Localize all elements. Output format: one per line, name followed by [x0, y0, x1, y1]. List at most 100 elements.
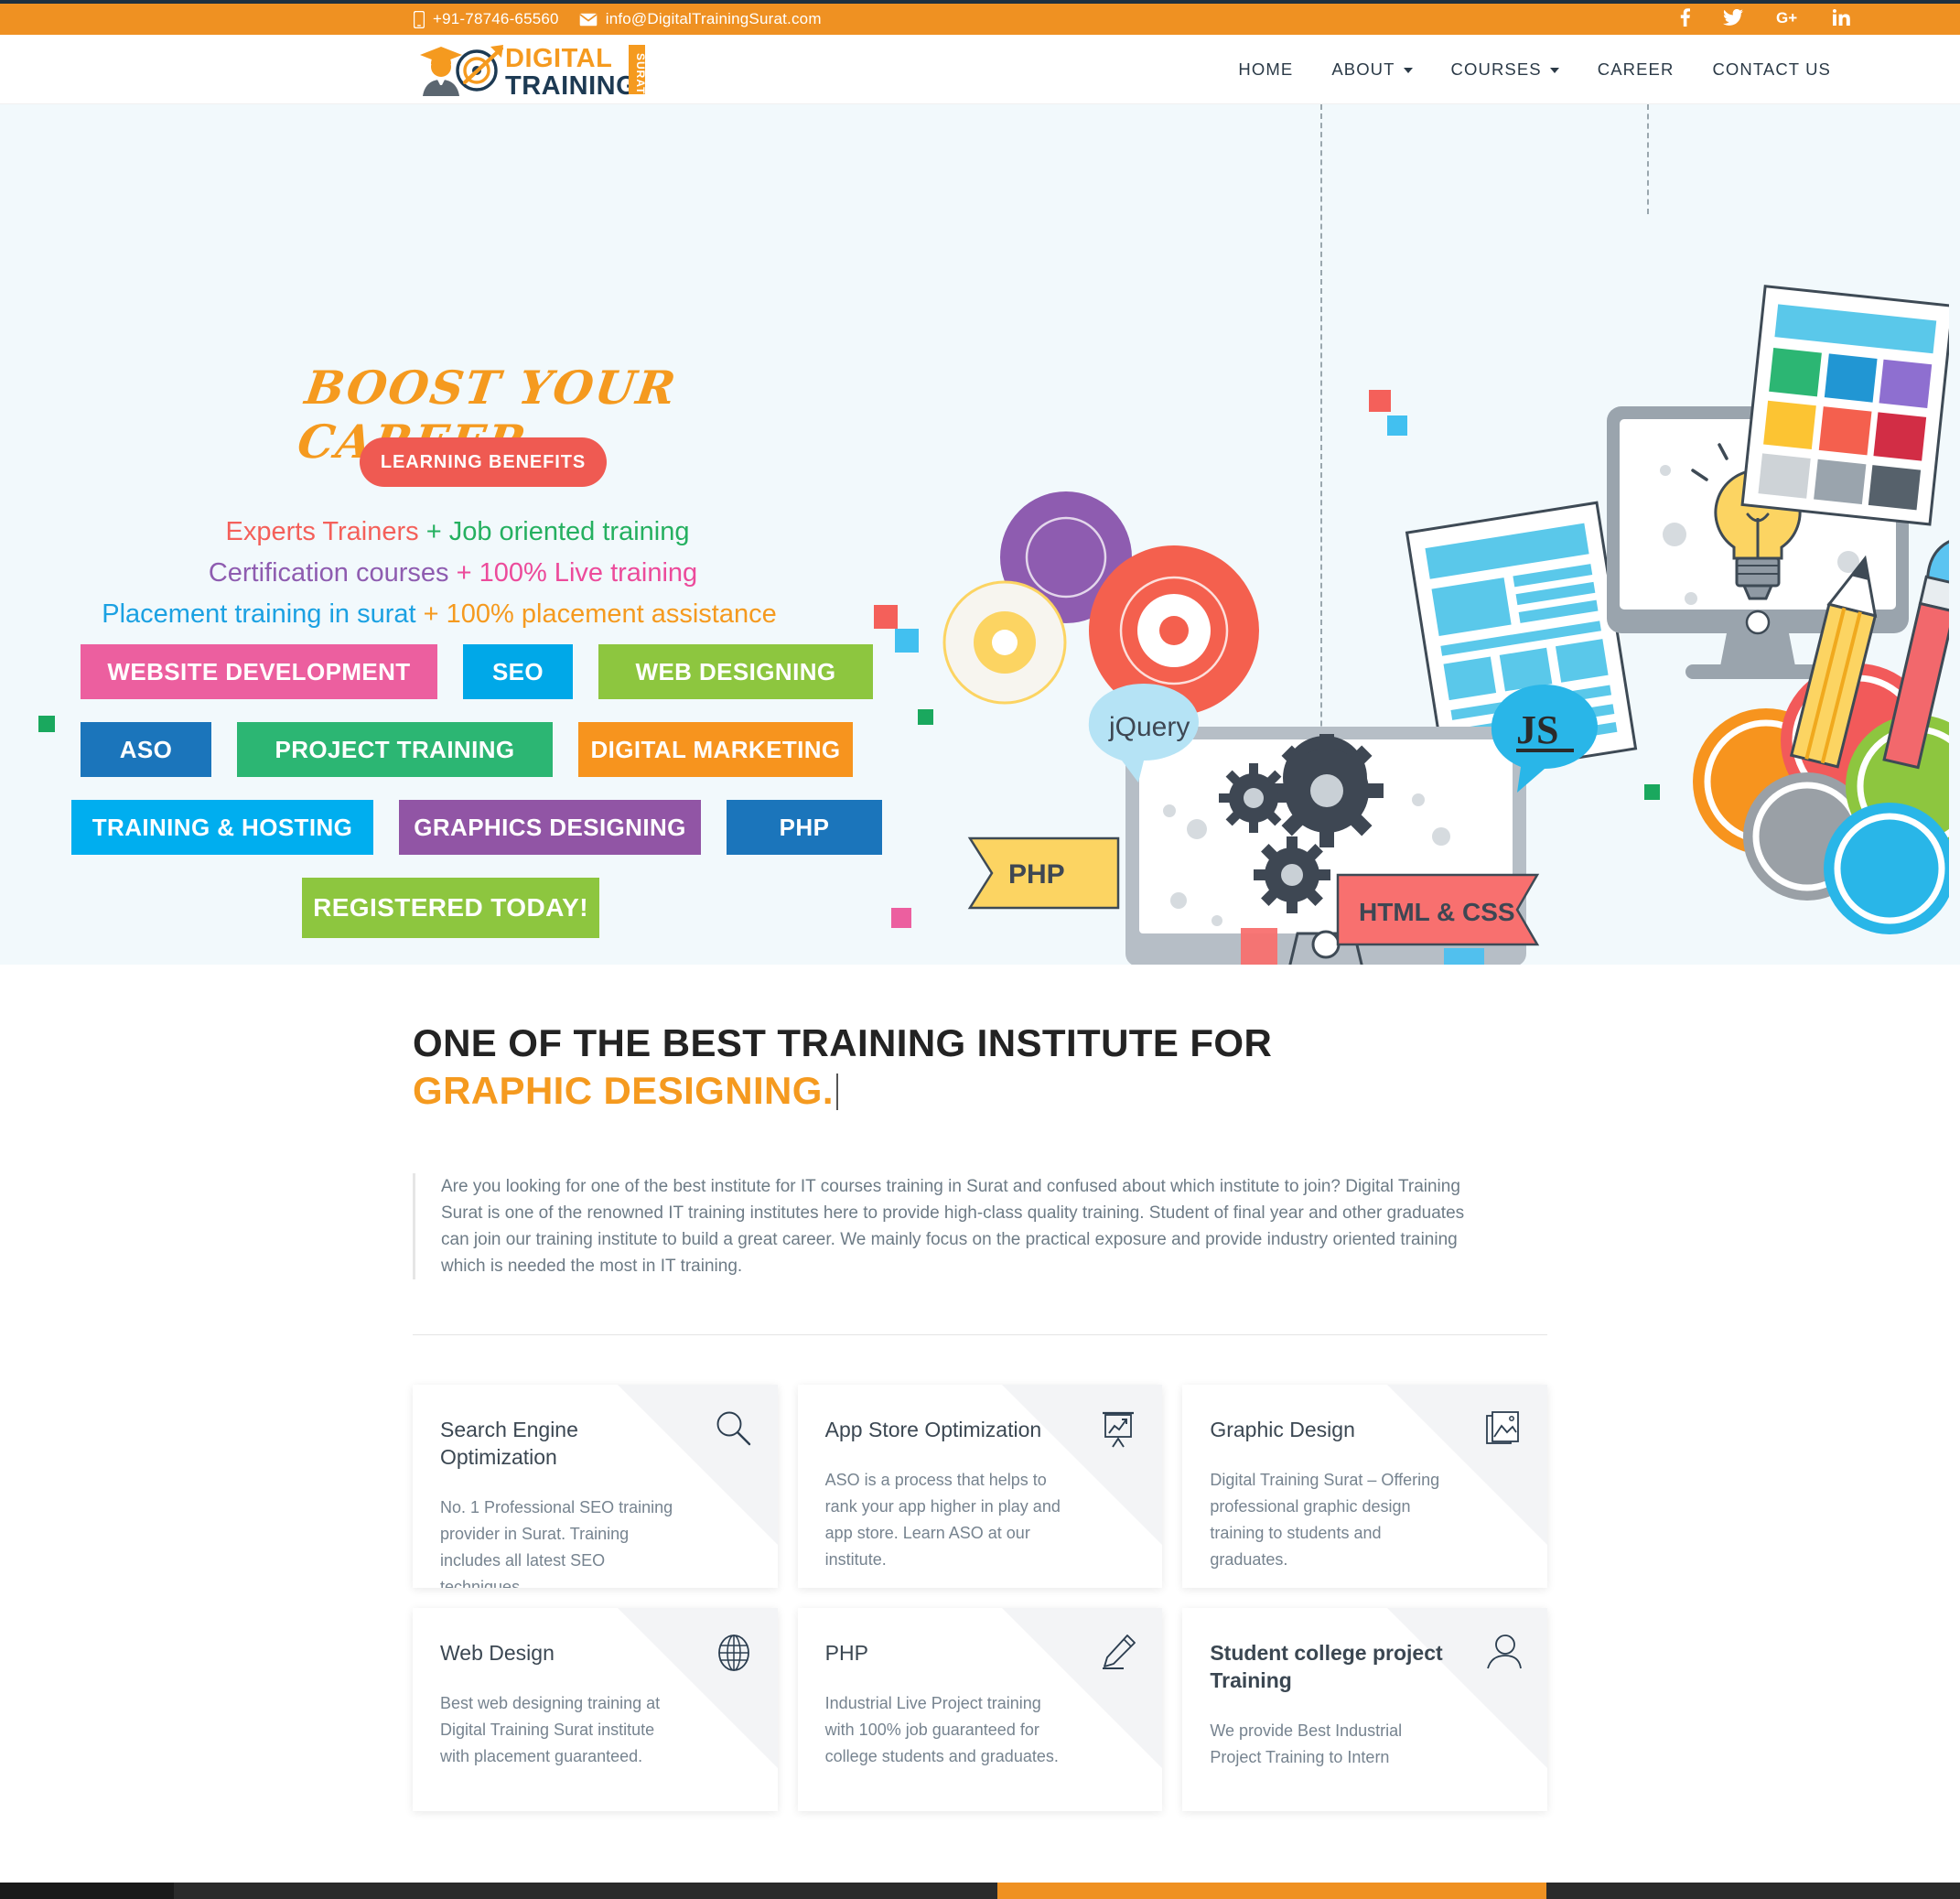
topbar-contact-group: +91-78746-65560 info@DigitalTrainingSura…: [414, 10, 822, 28]
card-description: No. 1 Professional SEO training provider…: [440, 1498, 673, 1588]
benefit-2-part2: + 100% Live training: [448, 558, 698, 588]
intro-paragraph-block: Are you looking for one of the best inst…: [413, 1173, 1488, 1279]
nav-item-courses[interactable]: COURSES: [1432, 59, 1578, 80]
course-tag-digital-marketing[interactable]: DIGITAL MARKETING: [578, 722, 853, 777]
service-card-seo[interactable]: Search Engine Optimization No. 1 Profess…: [413, 1385, 778, 1588]
page-title-line-1: ONE OF THE BEST TRAINING INSTITUTE FOR: [413, 1021, 1273, 1064]
twitter-icon[interactable]: [1723, 8, 1743, 29]
course-tag-training-hosting[interactable]: TRAINING & HOSTING: [71, 800, 373, 855]
course-tag-php[interactable]: PHP: [727, 800, 882, 855]
nav-item-about[interactable]: ABOUT: [1312, 59, 1431, 80]
color-swatch-card: [1740, 285, 1955, 526]
course-tag-seo[interactable]: SEO: [463, 644, 573, 699]
service-card-web-design[interactable]: Web Design Best web designing training a…: [413, 1608, 778, 1811]
course-tag-row-2: ASO PROJECT TRAINING DIGITAL MARKETING: [0, 722, 897, 777]
nav-label-contact-us: CONTACT US: [1712, 59, 1831, 79]
learning-benefits-button[interactable]: LEARNING BENEFITS: [360, 437, 607, 487]
main-navigation: HOME ABOUT COURSES CAREER CONTACT US: [1219, 59, 1850, 80]
card-description: Best web designing training at Digital T…: [440, 1694, 661, 1765]
chart-presentation-icon: [1100, 1410, 1136, 1453]
card-description: ASO is a process that helps to rank your…: [824, 1471, 1061, 1569]
svg-text:DIGITAL: DIGITAL: [505, 44, 612, 73]
benefit-1-part1: Experts Trainers: [225, 517, 419, 546]
service-card-graphic-design[interactable]: Graphic Design Digital Training Surat – …: [1182, 1385, 1548, 1588]
registered-today-button[interactable]: REGISTERED TODAY!: [302, 878, 599, 938]
nav-label-home: HOME: [1238, 59, 1294, 79]
nav-label-career: CAREER: [1597, 59, 1675, 79]
course-tag-project-training[interactable]: PROJECT TRAINING: [237, 722, 553, 777]
course-tags: WEBSITE DEVELOPMENT SEO WEB DESIGNING AS…: [0, 644, 897, 961]
php-ribbon-label: PHP: [967, 836, 1120, 910]
facebook-icon[interactable]: [1680, 8, 1690, 30]
intro-container: ONE OF THE BEST TRAINING INSTITUTE FOR G…: [413, 1020, 1547, 1279]
card-title: PHP: [824, 1641, 868, 1665]
card-title: Search Engine Optimization: [440, 1418, 578, 1469]
hero-illustration: PHP HTML & CSS jQuery JS: [942, 196, 1960, 965]
decorative-circle-yellow: [942, 580, 1067, 705]
course-tag-aso[interactable]: ASO: [81, 722, 211, 777]
chevron-down-icon: [1549, 67, 1559, 73]
service-card-row-2: Web Design Best web designing training a…: [413, 1608, 1548, 1811]
page-title-line-2-wrap: GRAPHIC DESIGNING.: [413, 1067, 1547, 1115]
course-tag-graphics-designing[interactable]: GRAPHICS DESIGNING: [399, 800, 701, 855]
html-css-ribbon-text: HTML & CSS: [1359, 898, 1515, 926]
section-divider: [413, 1334, 1547, 1335]
mobile-phone-icon: [414, 10, 425, 28]
jquery-bubble-text: jQuery: [1108, 712, 1190, 742]
nav-item-career[interactable]: CAREER: [1578, 59, 1694, 80]
svg-text:SURAT: SURAT: [634, 53, 646, 94]
site-logo[interactable]: DIGITAL TRAINING SURAT: [410, 39, 646, 100]
benefit-line-2: Certification courses + 100% Live traini…: [0, 553, 878, 594]
envelope-icon: [579, 13, 598, 27]
svg-text:G+: G+: [1776, 9, 1797, 26]
card-title: Web Design: [440, 1641, 555, 1665]
benefit-line-1: Experts Trainers + Job oriented training: [0, 512, 878, 553]
text-cursor: [835, 1074, 838, 1110]
google-plus-icon[interactable]: G+: [1776, 9, 1800, 29]
phone-number: +91-78746-65560: [433, 10, 559, 27]
course-tag-website-development[interactable]: WEBSITE DEVELOPMENT: [81, 644, 437, 699]
footer-bar-accent-segment: [997, 1883, 1546, 1899]
magnifier-icon: [716, 1410, 752, 1451]
social-links: G+: [1680, 8, 1850, 30]
user-silhouette-icon: [1483, 1634, 1522, 1675]
nav-item-home[interactable]: HOME: [1219, 59, 1312, 80]
phone-contact[interactable]: +91-78746-65560: [414, 10, 559, 28]
benefit-line-3: Placement training in surat + 100% place…: [0, 594, 878, 635]
nav-label-about: ABOUT: [1331, 59, 1395, 79]
card-title: Student college project Training: [1210, 1641, 1443, 1692]
page-title-line-2: GRAPHIC DESIGNING.: [413, 1069, 834, 1112]
course-tag-row-3: TRAINING & HOSTING GRAPHICS DESIGNING PH…: [0, 800, 897, 855]
linkedin-icon[interactable]: [1833, 9, 1850, 29]
footer-bar: [0, 1883, 1960, 1899]
js-bubble-text: JS: [1516, 707, 1558, 752]
footer-bar-dark-segment: [0, 1883, 174, 1899]
course-tag-row-4: REGISTERED TODAY!: [0, 878, 897, 938]
page-title: ONE OF THE BEST TRAINING INSTITUTE FOR G…: [413, 1020, 1547, 1115]
php-ribbon-text: PHP: [1008, 859, 1065, 890]
benefit-lines: Experts Trainers + Job oriented training…: [0, 512, 878, 635]
svg-text:TRAINING: TRAINING: [505, 71, 637, 100]
service-card-student-project[interactable]: Student college project Training We prov…: [1182, 1608, 1548, 1811]
chevron-down-icon: [1403, 67, 1413, 73]
pencil-icon: [1100, 1634, 1136, 1675]
service-card-row-1: Search Engine Optimization No. 1 Profess…: [413, 1385, 1548, 1588]
html-css-ribbon-label: HTML & CSS: [1336, 873, 1540, 946]
service-card-aso[interactable]: App Store Optimization ASO is a process …: [797, 1385, 1163, 1588]
service-card-php[interactable]: PHP Industrial Live Project training wit…: [797, 1608, 1163, 1811]
course-tag-web-designing[interactable]: WEB DESIGNING: [598, 644, 873, 699]
card-description: Industrial Live Project training with 10…: [824, 1694, 1059, 1765]
globe-icon: [716, 1634, 752, 1677]
email-address: info@DigitalTrainingSurat.com: [605, 10, 822, 27]
card-title: App Store Optimization: [824, 1418, 1042, 1441]
decorative-square: [918, 709, 933, 725]
course-tag-row-1: WEBSITE DEVELOPMENT SEO WEB DESIGNING: [0, 644, 897, 699]
nav-label-courses: COURSES: [1450, 59, 1542, 79]
site-header: DIGITAL TRAINING SURAT HOME ABOUT COURSE…: [0, 35, 1960, 104]
image-stack-icon: [1485, 1410, 1522, 1451]
card-description: We provide Best Industrial Project Train…: [1210, 1721, 1403, 1766]
benefit-1-part2: + Job oriented training: [418, 517, 690, 546]
top-contact-bar: +91-78746-65560 info@DigitalTrainingSura…: [0, 0, 1960, 35]
email-contact[interactable]: info@DigitalTrainingSurat.com: [579, 10, 822, 28]
nav-item-contact-us[interactable]: CONTACT US: [1693, 59, 1850, 80]
